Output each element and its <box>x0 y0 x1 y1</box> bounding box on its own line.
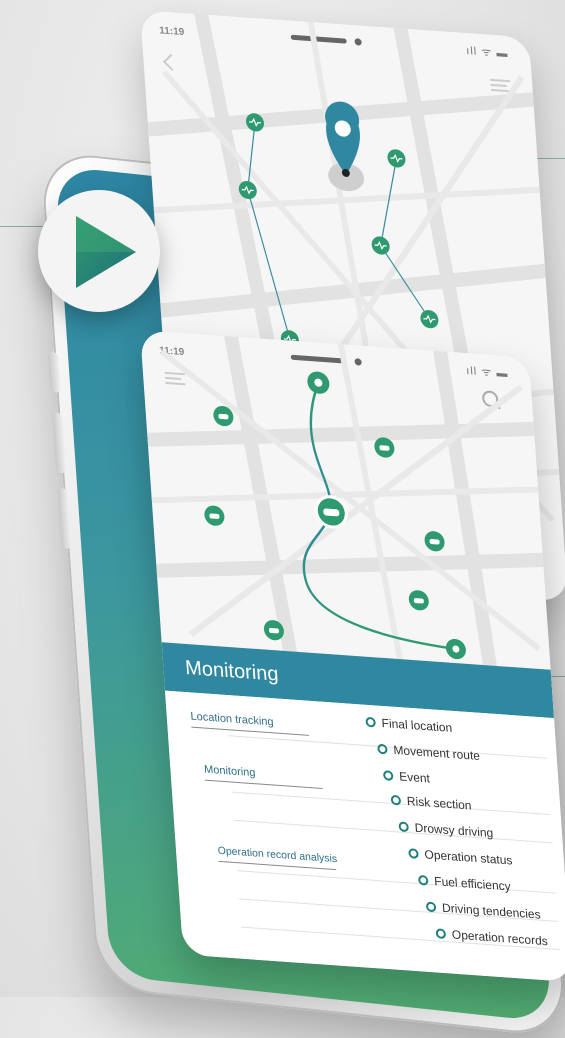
list-item[interactable]: Drowsy driving <box>398 819 494 840</box>
list-item[interactable]: Operation status <box>408 846 513 868</box>
list-item[interactable]: Movement route <box>377 742 480 763</box>
vehicle-map[interactable] <box>140 330 551 670</box>
volume-up-button <box>47 351 61 393</box>
list-item[interactable]: Risk section <box>390 793 472 813</box>
category-monitoring[interactable]: Monitoring <box>204 764 256 780</box>
list-item[interactable]: Event <box>382 768 430 786</box>
route-end-pin <box>445 638 466 660</box>
volume-down-button <box>52 411 67 474</box>
power-button <box>57 487 72 550</box>
play-button[interactable] <box>38 190 160 312</box>
row-divider <box>233 819 553 844</box>
monitoring-screen: 11:19 ıll ᯤ ▬ Monitoring Location tracki… <box>140 330 565 983</box>
list-item[interactable]: Fuel efficiency <box>417 873 511 894</box>
list-item[interactable]: Driving tendencies <box>425 900 541 922</box>
play-icon <box>76 216 136 288</box>
category-operation-record-analysis[interactable]: Operation record analysis <box>217 845 337 866</box>
category-location-tracking[interactable]: Location tracking <box>190 710 274 728</box>
monitoring-panel: Location tracking Monitoring Operation r… <box>164 690 565 983</box>
route-start-pin <box>307 371 330 394</box>
list-item[interactable]: Final location <box>365 715 453 735</box>
